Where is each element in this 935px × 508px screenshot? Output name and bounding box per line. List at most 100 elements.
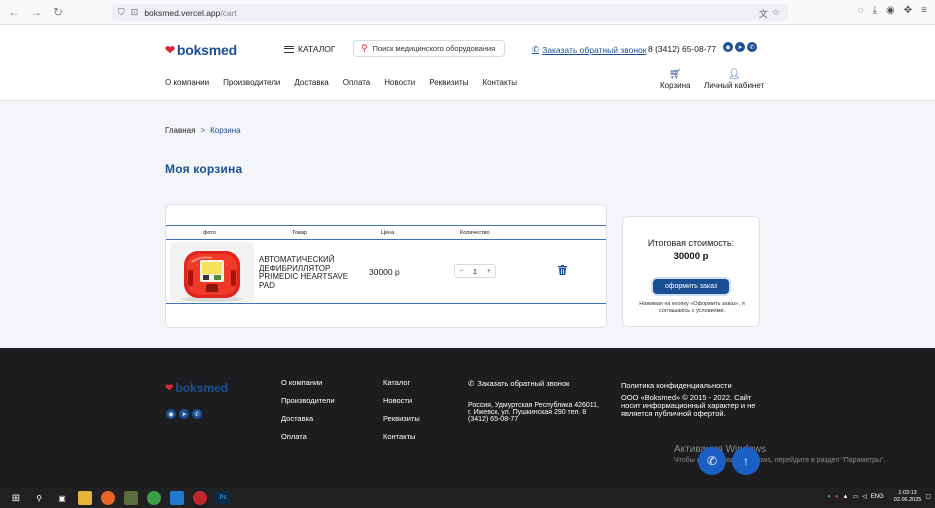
downloads-icon[interactable]: ⤓ <box>873 5 877 16</box>
arrow-up-icon: ↑ <box>743 454 749 468</box>
heart-logo-icon: ❤ <box>165 382 174 394</box>
column-quantity: Количество <box>460 230 490 236</box>
tray-app-icon[interactable]: ● <box>835 494 839 500</box>
footer-link-news[interactable]: Новости <box>383 396 420 405</box>
header-cart[interactable]: 🛒︎ Корзина <box>660 69 690 90</box>
callback-label: Заказать обратный звонок <box>542 44 647 55</box>
viber-icon[interactable]: ◉ <box>166 409 176 419</box>
privacy-policy-link[interactable]: Политика конфиденциальности <box>621 381 732 390</box>
system-tray: ● ● ▲ ▭ ◁ ENG 1:03:13 02.06.2025 ▢ <box>827 490 931 503</box>
task-view-icon[interactable]: ▣ <box>55 491 69 505</box>
chrome-icon[interactable] <box>147 491 161 505</box>
lock-icon: ⊡ <box>130 7 139 17</box>
vscode-icon[interactable] <box>170 491 184 505</box>
keyboard-language[interactable]: ENG <box>871 494 884 500</box>
shield-icon: ⛉ <box>118 7 125 17</box>
cart-table-header: фото Товар Цена Количество <box>166 225 606 240</box>
taskbar-clock[interactable]: 1:03:13 02.06.2025 <box>894 490 922 503</box>
cart-label: Корзина <box>660 81 691 90</box>
account-icon[interactable]: ◉ <box>886 5 895 16</box>
footer-link-manufacturers[interactable]: Производители <box>281 396 335 405</box>
footer-link-contacts[interactable]: Контакты <box>383 432 420 441</box>
menu-icon[interactable]: ≡ <box>921 5 927 16</box>
footer-link-delivery[interactable]: Доставка <box>281 414 335 423</box>
url-host: boksmed.vercel.app <box>144 7 221 18</box>
browser-toolbar: ← → ↻ ⛉ ⊡ boksmed.vercel.app/cart 文 ☆ ◌ … <box>0 0 935 25</box>
site-logo[interactable]: ❤ boksmed <box>165 42 237 58</box>
reload-icon[interactable]: ↻ <box>50 4 66 20</box>
decrease-button[interactable]: − <box>459 268 463 275</box>
callback-link[interactable]: ✆ Заказать обратный звонок <box>532 44 647 55</box>
telegram-icon[interactable]: ➤ <box>179 409 189 419</box>
search-input[interactable]: ⚲ Поиск медицинского оборудования <box>353 40 505 57</box>
product-name[interactable]: АВТОМАТИЧЕСКИЙ ДЕФИБРИЛЛЯТОР PRIMEDIC HE… <box>259 255 349 290</box>
back-arrow-icon[interactable]: ← <box>6 4 22 20</box>
tray-app-icon[interactable]: ● <box>827 494 831 500</box>
product-price: 30000 р <box>369 267 400 277</box>
header-phone[interactable]: 8 (3412) 65-08-77 <box>648 44 716 54</box>
extensions-icon[interactable]: ✥ <box>904 5 912 16</box>
whatsapp-icon[interactable]: ✆ <box>192 409 202 419</box>
page-title: Моя корзина <box>165 162 243 176</box>
nav-item-delivery[interactable]: Доставка <box>294 78 328 87</box>
footer-nav-info: Каталог Новости Реквизиты Контакты <box>383 378 420 441</box>
nav-item-payment[interactable]: Оплата <box>343 78 371 87</box>
breadcrumb-home[interactable]: Главная <box>165 126 195 135</box>
telegram-icon[interactable]: ➤ <box>735 42 745 52</box>
network-icon[interactable]: ▭ <box>852 493 858 500</box>
bookmark-star-icon[interactable]: ☆ <box>772 7 780 20</box>
address-bar[interactable]: ⛉ ⊡ boksmed.vercel.app/cart 文 ☆ <box>112 4 788 21</box>
quantity-value[interactable]: 1 <box>473 267 477 276</box>
photoshop-icon[interactable]: Ps <box>216 491 230 505</box>
whatsapp-icon[interactable]: ✆ <box>747 42 757 52</box>
volume-icon[interactable]: ◁ <box>862 493 867 500</box>
summary-label: Итоговая стоимость: <box>647 238 735 248</box>
catalog-button[interactable]: КАТАЛОГ <box>284 44 336 54</box>
pocket-icon[interactable]: ◌ <box>858 5 864 16</box>
record-app-icon[interactable] <box>193 491 207 505</box>
breadcrumb: Главная > Корзина <box>165 126 241 135</box>
forward-arrow-icon[interactable]: → <box>28 4 44 20</box>
column-photo: фото <box>203 230 216 236</box>
footer-link-requisites[interactable]: Реквизиты <box>383 414 420 423</box>
product-photo[interactable] <box>170 242 254 302</box>
nav-item-contacts[interactable]: Контакты <box>482 78 517 87</box>
account-label: Личный кабинет <box>704 81 765 90</box>
windows-start-icon[interactable]: ⊞ <box>9 491 23 505</box>
footer-link-catalog[interactable]: Каталог <box>383 378 420 387</box>
header-account[interactable]: 👤︎ Личный кабинет <box>704 69 764 90</box>
phone-icon: ✆ <box>706 454 718 468</box>
place-order-button[interactable]: оформить заказ <box>653 279 729 294</box>
burger-icon <box>284 45 294 53</box>
tray-app-icon[interactable]: ▲ <box>843 494 849 500</box>
trash-icon[interactable] <box>558 265 567 278</box>
breadcrumb-separator: > <box>200 126 206 135</box>
notification-icon[interactable]: ▢ <box>925 493 931 500</box>
nav-item-manufacturers[interactable]: Производители <box>223 78 280 87</box>
footer-logo-text: boksmed <box>175 381 229 395</box>
footer-link-payment[interactable]: Оплата <box>281 432 335 441</box>
call-fab-button[interactable]: ✆ <box>698 447 726 475</box>
footer-callback-link[interactable]: ✆ Заказать обратный звонок <box>468 379 569 388</box>
footer-link-about[interactable]: О компании <box>281 378 335 387</box>
site-header: ❤ boksmed КАТАЛОГ ⚲ Поиск медицинского о… <box>0 25 935 101</box>
file-explorer-icon[interactable] <box>78 491 92 505</box>
translate-icon[interactable]: 文 <box>759 7 768 20</box>
footer-logo[interactable]: ❤ boksmed <box>165 381 228 395</box>
calendar-app-icon[interactable] <box>124 491 138 505</box>
scroll-top-button[interactable]: ↑ <box>732 447 760 475</box>
table-row: АВТОМАТИЧЕСКИЙ ДЕФИБРИЛЛЯТОР PRIMEDIC HE… <box>166 240 606 304</box>
windows-taskbar: ⊞ ⚲ ▣ Ps ● ● ▲ ▭ ◁ ENG 1:03:13 02.06.202… <box>0 488 935 508</box>
footer-copyright: ООО «Boksmed» © 2015 - 2022. Сайт носит … <box>621 393 756 418</box>
nav-item-requisites[interactable]: Реквизиты <box>429 78 468 87</box>
nav-item-news[interactable]: Новости <box>384 78 415 87</box>
column-price: Цена <box>381 230 395 236</box>
viber-icon[interactable]: ◉ <box>723 42 733 52</box>
search-icon[interactable]: ⚲ <box>32 491 46 505</box>
footer-address: Россия, Удмуртская Республика 426011, г.… <box>468 402 600 423</box>
nav-item-about[interactable]: О компании <box>165 78 209 87</box>
increase-button[interactable]: + <box>487 268 491 275</box>
heart-logo-icon: ❤ <box>165 43 175 57</box>
quantity-stepper[interactable]: − 1 + <box>454 264 496 278</box>
firefox-icon[interactable] <box>101 491 115 505</box>
